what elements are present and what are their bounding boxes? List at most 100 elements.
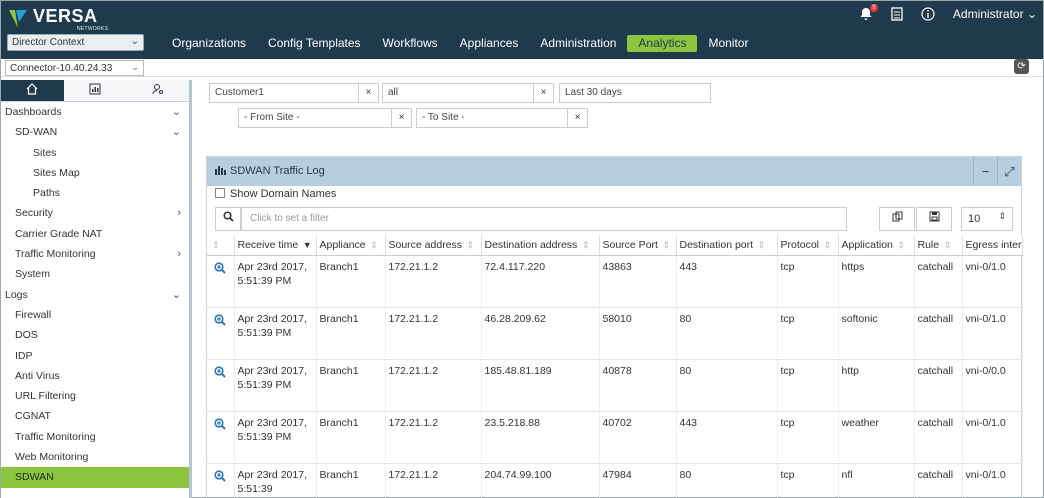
menu-monitor[interactable]: Monitor bbox=[697, 35, 759, 52]
document-icon[interactable] bbox=[891, 7, 903, 21]
details-cell[interactable] bbox=[207, 463, 235, 498]
cell-egress: vni-0/1.0 bbox=[962, 463, 1023, 498]
zoom-in-icon[interactable] bbox=[214, 469, 226, 482]
details-cell[interactable] bbox=[207, 411, 235, 464]
filter-input[interactable]: Click to set a filter bbox=[241, 207, 847, 231]
sidebar-item-sdwan[interactable]: SDWAN bbox=[1, 467, 189, 488]
cell-dst: 185.48.81.189 bbox=[481, 359, 600, 412]
chart-icon bbox=[89, 83, 101, 95]
sidebar-item-label: Traffic Monitoring bbox=[15, 430, 96, 443]
sidebar-item-web-monitoring[interactable]: Web Monitoring bbox=[1, 447, 189, 467]
menu-analytics[interactable]: Analytics bbox=[627, 35, 698, 52]
column-header-protocol[interactable]: Protocol ⇕ bbox=[777, 235, 839, 256]
column-header-receive-time[interactable]: Receive time ▼ bbox=[234, 235, 317, 256]
copy-button[interactable] bbox=[879, 207, 915, 231]
details-cell[interactable] bbox=[207, 359, 235, 412]
sort-desc-icon: ▼ bbox=[300, 239, 312, 250]
menu-workflows[interactable]: Workflows bbox=[372, 35, 449, 52]
menu-organizations[interactable]: Organizations bbox=[161, 35, 257, 52]
sidebar-item-sites-map[interactable]: Sites Map bbox=[1, 163, 189, 183]
tab-home[interactable] bbox=[1, 80, 64, 102]
sidebar-item-firewall[interactable]: Firewall bbox=[1, 305, 189, 325]
cell-proto: tcp bbox=[777, 359, 839, 412]
to-site-filter[interactable]: - To Site - × bbox=[416, 108, 588, 128]
clear-icon[interactable]: × bbox=[567, 109, 587, 127]
table-row[interactable]: Apr 23rd 2017, 5:51:39 Branch1 172.21.1.2 2… bbox=[207, 463, 1023, 498]
sidebar-item-paths[interactable]: Paths bbox=[1, 183, 189, 203]
sidebar-item-security[interactable]: Security › bbox=[1, 203, 189, 223]
chevron-right-icon[interactable]: › bbox=[177, 203, 181, 223]
scope-filter[interactable]: all × bbox=[382, 83, 554, 103]
show-domain-names-checkbox[interactable] bbox=[215, 188, 225, 198]
table-row[interactable]: Apr 23rd 2017, 5:51:39 PM Branch1 172.21.1… bbox=[207, 255, 1023, 308]
sidebar-item-system[interactable]: System bbox=[1, 264, 189, 284]
sidebar-item-label: DOS bbox=[15, 329, 38, 342]
column-header-source-address[interactable]: Source address ⇕ bbox=[385, 235, 482, 256]
page-size-select[interactable]: 10 ⇕ bbox=[961, 207, 1013, 231]
column-header-egress-interface[interactable]: Egress interface ⇕ bbox=[962, 235, 1023, 256]
versa-logo[interactable]: VERSA NETWORKS bbox=[7, 6, 108, 32]
sidebar-item-dos[interactable]: DOS bbox=[1, 325, 189, 345]
sidebar-tabs bbox=[1, 80, 190, 102]
column-header-source-port[interactable]: Source Port ⇕ bbox=[599, 235, 677, 256]
table-row[interactable]: Apr 23rd 2017, 5:51:39 PM Branch1 172.21.1… bbox=[207, 359, 1023, 412]
info-icon[interactable] bbox=[921, 7, 935, 21]
column-header-rule[interactable]: Rule ⇕ bbox=[914, 235, 963, 256]
refresh-button[interactable]: ⟳ bbox=[1014, 59, 1029, 74]
table-row[interactable]: Apr 23rd 2017, 5:51:39 PM Branch1 172.21.1… bbox=[207, 307, 1023, 360]
chevron-down-icon[interactable]: ⌄ bbox=[172, 102, 181, 122]
show-domain-names-option[interactable]: Show Domain Names bbox=[207, 186, 1021, 203]
cell-rule: catchall bbox=[914, 307, 963, 360]
sidebar-item-label: Web Monitoring bbox=[15, 451, 89, 464]
menu-config-templates[interactable]: Config Templates bbox=[257, 35, 372, 52]
from-site-filter[interactable]: - From Site - × bbox=[238, 108, 412, 128]
notifications-bell[interactable]: 9 bbox=[859, 4, 878, 21]
tab-dashboard[interactable] bbox=[63, 80, 127, 102]
sidebar-item-url-filtering[interactable]: URL Filtering bbox=[1, 386, 189, 406]
sidebar-item-idp[interactable]: IDP bbox=[1, 346, 189, 366]
column-header-destination-port[interactable]: Destination port ⇕ bbox=[676, 235, 778, 256]
versa-logo-icon bbox=[9, 10, 27, 28]
minimize-button[interactable]: − bbox=[973, 157, 997, 186]
expand-button[interactable]: ⤢ bbox=[997, 157, 1021, 186]
sidebar-item-anti-virus[interactable]: Anti Virus bbox=[1, 366, 189, 386]
chevron-down-icon[interactable]: ⌄ bbox=[172, 122, 181, 142]
time-range-filter[interactable]: Last 30 days bbox=[559, 83, 711, 103]
tab-users[interactable] bbox=[126, 80, 190, 102]
table-body: Apr 23rd 2017, 5:51:39 PM Branch1 172.21.1… bbox=[207, 255, 1023, 498]
search-button[interactable] bbox=[215, 207, 241, 231]
zoom-in-icon[interactable] bbox=[214, 313, 226, 326]
menu-appliances[interactable]: Appliances bbox=[449, 35, 530, 52]
save-button[interactable] bbox=[916, 207, 952, 231]
column-header-destination-address[interactable]: Destination address ⇕ bbox=[481, 235, 600, 256]
menu-administration[interactable]: Administration bbox=[529, 35, 627, 52]
table-row[interactable]: Apr 23rd 2017, 5:51:39 PM Branch1 172.21.1… bbox=[207, 411, 1023, 464]
zoom-in-icon[interactable] bbox=[214, 261, 226, 274]
sidebar-item-carrier-grade-nat[interactable]: Carrier Grade NAT bbox=[1, 224, 189, 244]
sidebar-item-logs[interactable]: Logs ⌄ bbox=[1, 285, 189, 305]
search-icon bbox=[222, 211, 234, 222]
details-cell[interactable] bbox=[207, 307, 235, 360]
clear-icon[interactable]: × bbox=[391, 109, 411, 127]
connector-select[interactable]: Connector-10.40.24.33 ⌄ bbox=[5, 60, 144, 76]
user-menu[interactable]: Administrator ⌄ bbox=[953, 7, 1037, 21]
sidebar-item-cgnat[interactable]: CGNAT bbox=[1, 406, 189, 426]
cell-app: http bbox=[838, 359, 915, 412]
sidebar-item-sd-wan[interactable]: SD-WAN ⌄ bbox=[1, 122, 189, 142]
chevron-down-icon[interactable]: ⌄ bbox=[172, 285, 181, 305]
director-context-select[interactable]: Director Context ⌄ bbox=[7, 34, 144, 51]
chevron-right-icon[interactable]: › bbox=[177, 244, 181, 264]
details-cell[interactable] bbox=[207, 255, 235, 308]
zoom-in-icon[interactable] bbox=[214, 365, 226, 378]
column-header-application[interactable]: Application ⇕ bbox=[838, 235, 915, 256]
sidebar-item-traffic-monitoring[interactable]: Traffic Monitoring › bbox=[1, 244, 189, 264]
zoom-in-icon[interactable] bbox=[214, 417, 226, 430]
sidebar-item-traffic-monitoring[interactable]: Traffic Monitoring bbox=[1, 427, 189, 447]
sidebar-item-sites[interactable]: Sites bbox=[1, 143, 189, 163]
clear-icon[interactable]: × bbox=[533, 84, 553, 102]
organization-filter[interactable]: Customer1 × bbox=[209, 83, 379, 103]
sidebar-item-dashboards[interactable]: Dashboards ⌄ bbox=[1, 102, 189, 122]
column-header-appliance[interactable]: Appliance ⇕ bbox=[316, 235, 386, 256]
clear-icon[interactable]: × bbox=[358, 84, 378, 102]
sidebar-item-label: Paths bbox=[33, 187, 60, 200]
